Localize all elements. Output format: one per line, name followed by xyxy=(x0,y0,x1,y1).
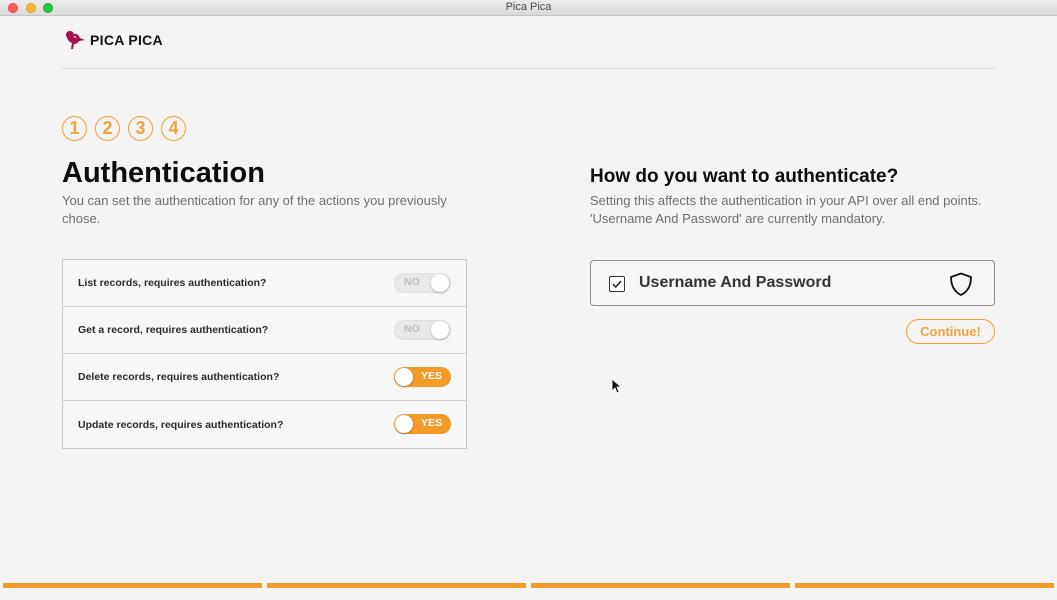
step-3[interactable]: 3 xyxy=(128,116,153,141)
auth-method-title: How do you want to authenticate? xyxy=(590,166,899,187)
auth-row-label: List records, requires authentication? xyxy=(78,277,267,289)
toggle-state-text: NO xyxy=(404,323,420,335)
mouse-cursor-icon xyxy=(611,378,622,394)
page-title: Authentication xyxy=(62,157,265,189)
update-auth-toggle[interactable]: YES xyxy=(394,414,451,434)
shield-icon xyxy=(950,272,972,296)
toggle-knob xyxy=(395,368,413,386)
window-title: Pica Pica xyxy=(505,1,552,13)
auth-row-label: Get a record, requires authentication? xyxy=(78,324,269,336)
auth-row-label: Update records, requires authentication? xyxy=(78,418,284,431)
step-1[interactable]: 1 xyxy=(62,116,87,141)
auth-method-description: Setting this affects the authentication … xyxy=(590,193,982,226)
toggle-knob xyxy=(431,321,449,339)
step-2[interactable]: 2 xyxy=(95,116,120,141)
header-divider xyxy=(62,68,996,69)
checkmark-icon xyxy=(612,280,622,289)
auth-method-username-password[interactable]: Username And Password xyxy=(590,260,995,306)
continue-button[interactable]: Continue! xyxy=(906,319,995,344)
window-titlebar: Pica Pica xyxy=(0,0,1057,16)
toggle-knob xyxy=(431,274,449,292)
progress-segment-4 xyxy=(795,583,1054,588)
toggle-state-text: YES xyxy=(420,417,442,429)
brand-name: PICA PICA xyxy=(90,32,163,48)
page-description: You can set the authentication for any o… xyxy=(62,193,447,226)
progress-segment-1 xyxy=(3,583,262,588)
wizard-progress-bar xyxy=(3,583,1054,588)
method-checkbox[interactable] xyxy=(609,276,625,292)
auth-row-update: Update records, requires authentication?… xyxy=(63,401,466,448)
step-4[interactable]: 4 xyxy=(161,116,186,141)
auth-row-get: Get a record, requires authentication? N… xyxy=(63,307,466,354)
method-label: Username And Password xyxy=(639,274,832,291)
delete-auth-toggle[interactable]: YES xyxy=(394,367,451,387)
step-indicator: 1 2 3 4 xyxy=(62,116,186,141)
list-auth-toggle[interactable]: NO xyxy=(394,273,451,293)
toggle-knob xyxy=(395,415,413,433)
auth-row-label: Delete records, requires authentication? xyxy=(78,371,280,383)
progress-segment-3 xyxy=(531,583,790,588)
get-auth-toggle[interactable]: NO xyxy=(394,320,451,340)
progress-segment-2 xyxy=(267,583,526,588)
bird-logo-icon xyxy=(66,31,85,49)
toggle-state-text: YES xyxy=(420,370,442,382)
auth-row-delete: Delete records, requires authentication?… xyxy=(63,354,466,401)
toggle-state-text: NO xyxy=(404,276,420,288)
auth-row-list: List records, requires authentication? N… xyxy=(63,260,466,307)
auth-settings-list: List records, requires authentication? N… xyxy=(62,259,467,449)
